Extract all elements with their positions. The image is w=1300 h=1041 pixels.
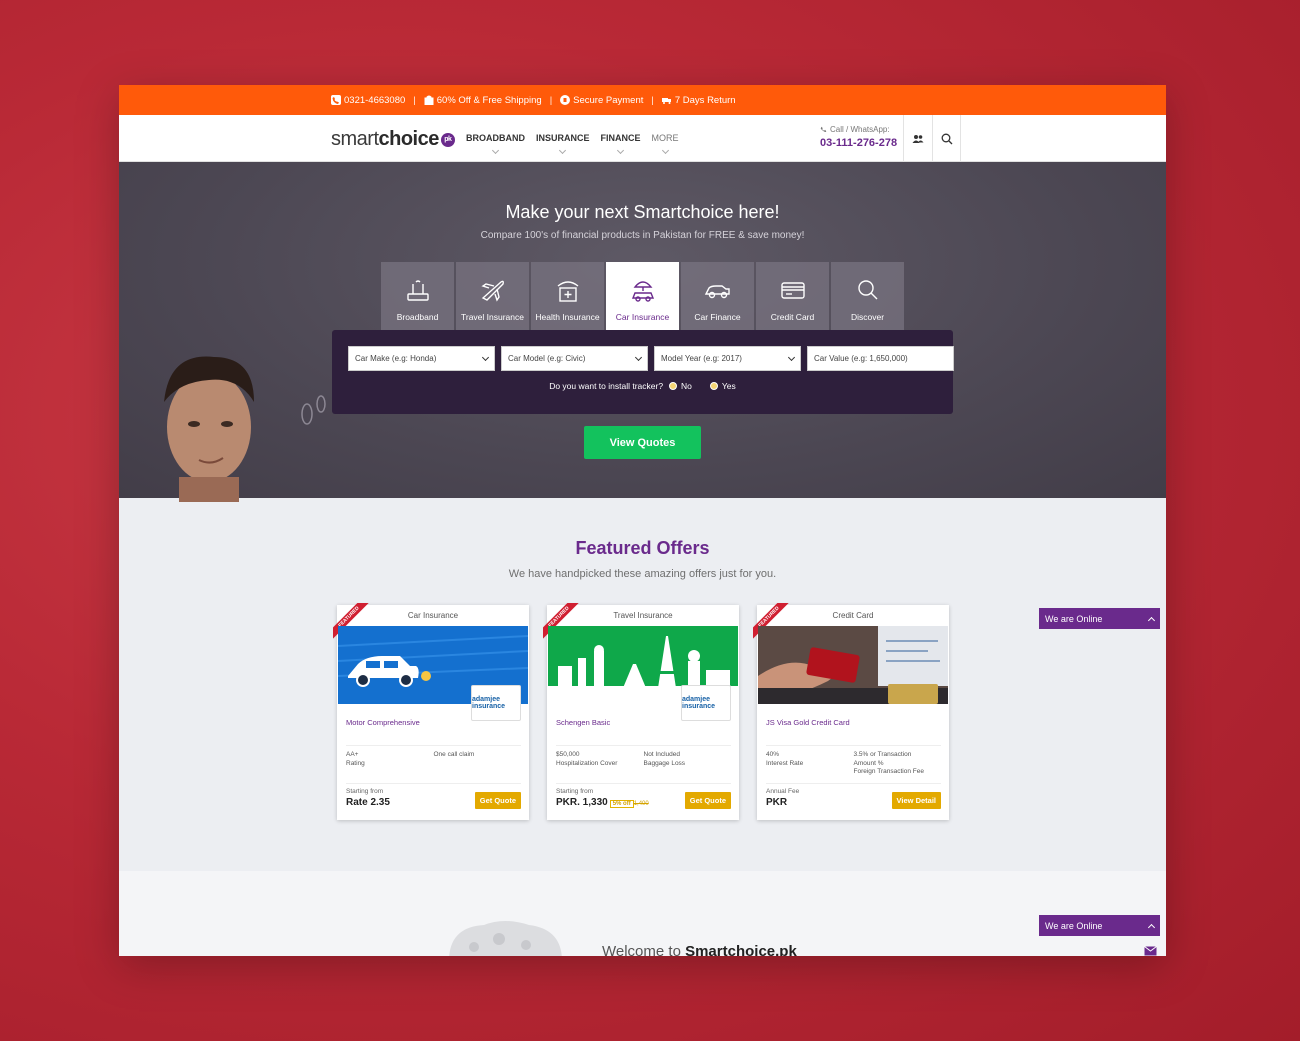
phone-icon xyxy=(820,126,827,132)
icon-cloud-graphic xyxy=(449,921,562,956)
chat-online-widget[interactable]: We are Online xyxy=(1039,608,1160,629)
search-icon xyxy=(941,133,952,144)
promo-offer: 60% Off & Free Shipping xyxy=(424,95,542,106)
chevron-down-icon xyxy=(559,146,567,155)
offer-name: JS Visa Gold Credit Card xyxy=(766,718,850,727)
discount-badge: 5% off xyxy=(609,800,634,808)
tab-health-insurance[interactable]: Health Insurance xyxy=(531,262,604,330)
old-price: 1,400 xyxy=(633,801,649,807)
car-value-input[interactable]: Car Value (e.g: 1,650,000) xyxy=(807,346,954,371)
featured-title: Featured Offers xyxy=(575,538,710,558)
medical-kit-icon xyxy=(557,281,578,302)
search-button[interactable] xyxy=(932,115,961,162)
credit-card-icon xyxy=(780,282,805,299)
tab-credit-card[interactable]: Credit Card xyxy=(756,262,829,330)
offer-card-travel-insurance[interactable]: FEATURED Travel Insurance adamjee insura… xyxy=(543,603,739,820)
site-header: smart choice pk BROADBAND INSURANCE FINANC… xyxy=(119,115,1166,258)
promo-returns: 7 Days Return xyxy=(661,95,736,106)
chevron-down-icon xyxy=(634,353,643,361)
nav-item-finance[interactable]: FINANCE xyxy=(601,133,641,155)
users-icon xyxy=(912,134,924,143)
hero-title: Make your next Smartchoice here! xyxy=(505,202,780,222)
featured-subtitle: We have handpicked these amazing offers … xyxy=(508,568,777,580)
welcome-section: Welcome to Smartchoice.pk We are Online xyxy=(119,871,1166,956)
car-make-select[interactable]: Car Make (e.g: Honda) xyxy=(348,346,495,371)
nav-item-insurance[interactable]: INSURANCE xyxy=(536,133,590,155)
nav-item-broadband[interactable]: BROADBAND xyxy=(466,133,525,155)
account-button[interactable] xyxy=(903,115,932,162)
partner-logo-adamjee: adamjee insurance xyxy=(681,685,731,721)
hero-person-image xyxy=(164,356,254,502)
tab-car-finance[interactable]: Car Finance xyxy=(681,262,754,330)
product-tabs: Broadband Travel Insurance Health Insura… xyxy=(381,262,904,336)
search-icon xyxy=(857,280,877,300)
tracker-no-radio[interactable]: No xyxy=(669,381,692,391)
promo-payment: Secure Payment xyxy=(560,95,643,106)
tab-discover[interactable]: Discover xyxy=(831,262,904,330)
credit-card-image xyxy=(758,626,948,704)
site-logo[interactable]: smart choice pk xyxy=(331,128,455,151)
secure-payment-icon xyxy=(560,95,571,105)
chevron-down-icon xyxy=(491,146,500,155)
car-model-select[interactable]: Car Model (e.g: Civic) xyxy=(501,346,648,371)
car-icon xyxy=(704,285,730,299)
tab-travel-insurance[interactable]: Travel Insurance xyxy=(456,262,529,330)
featured-offers-section: Featured Offers We have handpicked these… xyxy=(119,498,1166,871)
envelope-icon[interactable] xyxy=(1144,945,1157,956)
offer-name: Schengen Basic xyxy=(556,718,611,727)
view-detail-button[interactable]: View Detail xyxy=(891,792,941,809)
return-truck-icon xyxy=(661,98,671,104)
model-year-select[interactable]: Model Year (e.g: 2017) xyxy=(654,346,801,371)
tab-car-insurance[interactable]: Car Insurance xyxy=(606,262,679,336)
chat-online-widget-2[interactable]: We are Online xyxy=(1039,915,1160,936)
offer-card-credit-card[interactable]: FEATURED Credit Card JS Visa Gold Credit… xyxy=(753,603,949,820)
car-umbrella-icon xyxy=(631,281,654,302)
offer-name: Motor Comprehensive xyxy=(346,718,420,727)
tab-broadband[interactable]: Broadband xyxy=(381,262,454,330)
welcome-title: Welcome to Smartchoice.pk xyxy=(602,943,797,956)
airplane-icon xyxy=(480,280,504,302)
hero-section: Make your next Smartchoice here! Compare… xyxy=(119,162,1166,502)
tracker-yes-radio[interactable]: Yes xyxy=(709,381,736,391)
promo-phone[interactable]: 0321-4663080 xyxy=(331,95,405,106)
chevron-down-icon xyxy=(481,353,490,361)
browser-page: 0321-4663080 | 60% Off & Free Shipping |… xyxy=(119,85,1166,956)
chevron-down-icon xyxy=(661,146,669,155)
contact-block[interactable]: Call / WhatsApp: 03-111-276-278 xyxy=(820,125,897,149)
shopping-bag-icon xyxy=(424,95,434,105)
hero-subtitle: Compare 100's of financial products in P… xyxy=(480,230,805,241)
promo-bar: 0321-4663080 | 60% Off & Free Shipping |… xyxy=(119,85,1166,115)
router-icon xyxy=(406,280,429,301)
get-quote-button[interactable]: Get Quote xyxy=(474,792,521,809)
chevron-down-icon xyxy=(787,353,796,361)
contact-number: 03-111-276-278 xyxy=(820,137,898,149)
main-nav: BROADBAND INSURANCE FINANCE MORE xyxy=(466,133,679,155)
phone-icon xyxy=(331,95,341,105)
nav-item-more[interactable]: MORE xyxy=(652,133,679,155)
offer-card-car-insurance[interactable]: FEATURED Car Insurance adamjee insurance… xyxy=(333,603,529,820)
chevron-down-icon xyxy=(616,146,625,155)
partner-logo-adamjee: adamjee insurance xyxy=(471,685,521,721)
quote-form: Car Make (e.g: Honda) Car Model (e.g: Ci… xyxy=(332,330,954,414)
get-quote-button[interactable]: Get Quote xyxy=(684,792,731,809)
view-quotes-button[interactable]: View Quotes xyxy=(584,426,701,459)
chevron-up-icon xyxy=(1147,616,1156,624)
chevron-up-icon xyxy=(1147,923,1156,931)
tracker-question: Do you want to install tracker? No Yes xyxy=(549,381,736,391)
